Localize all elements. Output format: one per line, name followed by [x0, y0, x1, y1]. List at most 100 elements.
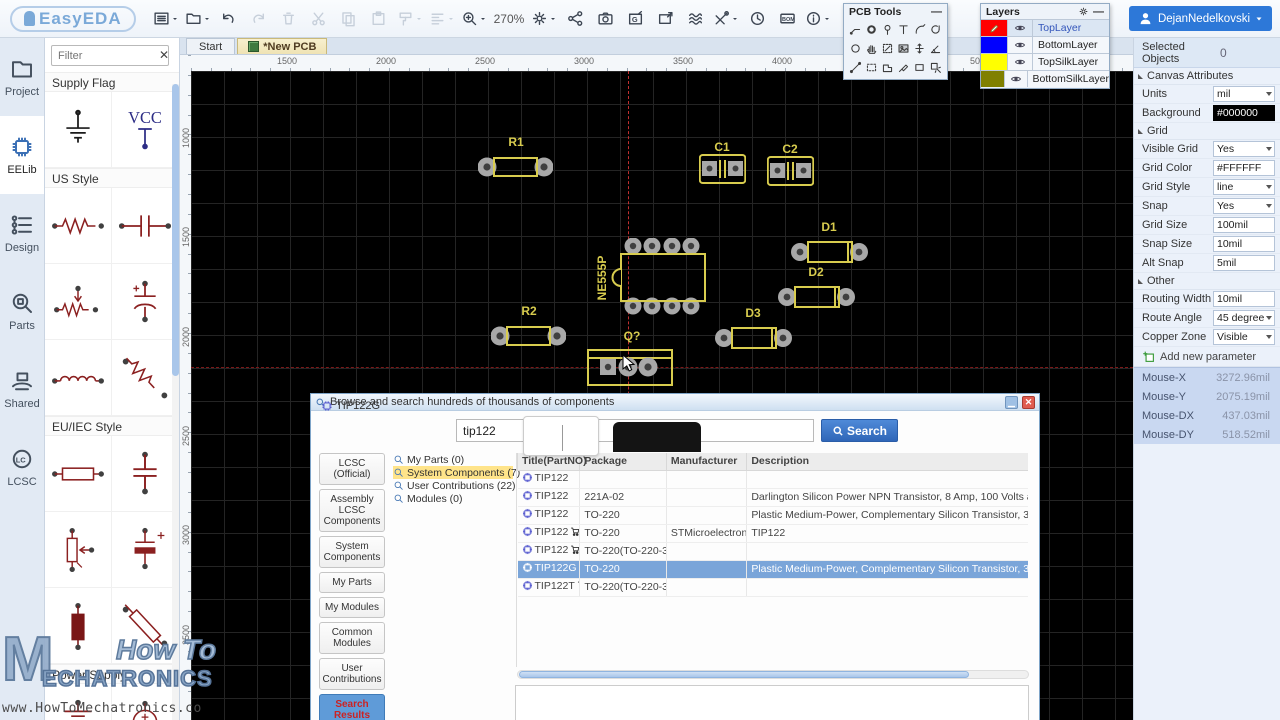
layer-color-swatch[interactable] [981, 37, 1007, 53]
section-header-canvas-attributes[interactable]: Canvas Attributes [1134, 68, 1280, 85]
hole-tool[interactable] [847, 39, 863, 58]
layer-color-swatch[interactable] [981, 20, 1007, 36]
circle-tool[interactable] [928, 20, 944, 39]
pad-tool[interactable] [863, 20, 879, 39]
rect-tool[interactable] [912, 58, 928, 77]
table-row-tip122g[interactable]: TIP122GTO-220Plastic Medium-Power, Compl… [518, 560, 1029, 578]
section-header-other[interactable]: Other [1134, 273, 1280, 290]
symbol-resistor-diagonal-eu[interactable] [112, 588, 179, 664]
share-button[interactable] [563, 6, 587, 32]
sidebar-item-eelib[interactable]: EELib [0, 116, 44, 194]
dialog-tab-lcsc-official-[interactable]: LCSC (Official) [319, 453, 385, 485]
table-row-tip122t[interactable]: TIP122TTO-220(TO-220-3) [518, 578, 1029, 596]
tree-item-modules-0-[interactable]: Modules (0) [393, 492, 513, 505]
footprint-ne555p[interactable]: NE555P [590, 238, 715, 321]
folder-button[interactable] [185, 6, 211, 32]
dialog-tab-my-parts[interactable]: My Parts [319, 572, 385, 593]
search-button[interactable]: Search [821, 419, 898, 442]
new-window-button[interactable] [653, 6, 677, 32]
property-value-input[interactable]: 10mil [1213, 291, 1275, 307]
dialog-tab-user-contributions[interactable]: User Contributions [319, 658, 385, 690]
table-row-tip122[interactable]: TIP122TO-220Plastic Medium-Power, Comple… [518, 506, 1029, 524]
tree-item-user-contributions-22-[interactable]: User Contributions (22) [393, 479, 513, 492]
symbol-capacitor-us[interactable] [112, 188, 179, 264]
symbol-capacitor-polar-eu[interactable] [112, 512, 179, 588]
footprint-r1[interactable]: R1 [478, 135, 553, 188]
dialog-tab-assembly-lcsc-components[interactable]: Assembly LCSC Components [319, 489, 385, 532]
layer-row-topsilklayer[interactable]: TopSilkLayer [981, 53, 1109, 70]
dialog-tab-search-results[interactable]: Search Results [319, 694, 385, 720]
dialog-minimize-button[interactable]: ▁ [1005, 396, 1018, 409]
footprint-c2[interactable]: C2 [767, 142, 814, 193]
dialog-tab-common-modules[interactable]: Common Modules [319, 622, 385, 654]
add-parameter-button[interactable]: Add new parameter [1134, 347, 1280, 367]
pcb-tools-minimize-button[interactable]: — [931, 7, 942, 17]
layer-color-swatch[interactable] [981, 71, 1004, 87]
symbol-resistor-us[interactable] [45, 188, 112, 264]
paste-button[interactable] [367, 6, 391, 32]
text-tool[interactable] [895, 20, 911, 39]
property-value-select[interactable]: line [1213, 179, 1275, 195]
dialog-tab-system-components[interactable]: System Components [319, 536, 385, 568]
package-preview-image[interactable] [613, 422, 701, 452]
layer-color-swatch[interactable] [981, 54, 1007, 70]
symbol-gnd[interactable] [45, 92, 112, 168]
info-button[interactable] [805, 6, 831, 32]
dialog-tab-my-modules[interactable]: My Modules [319, 597, 385, 618]
layer-row-toplayer[interactable]: TopLayer [981, 19, 1109, 36]
property-value-input[interactable]: 10mil [1213, 236, 1275, 252]
footprint-d3[interactable]: D3 [715, 306, 792, 359]
symbol-potentiometer-eu[interactable] [45, 512, 112, 588]
redo-button[interactable] [247, 6, 271, 32]
delete-button[interactable] [277, 6, 301, 32]
filter-input[interactable] [51, 45, 169, 66]
symbol-preview-card[interactable] [523, 416, 599, 456]
symbol-battery[interactable] [45, 684, 112, 720]
settings-button[interactable] [531, 6, 557, 32]
tab-start[interactable]: Start [186, 38, 235, 54]
clear-filter-icon[interactable]: ✕ [159, 48, 169, 62]
sidebar-item-parts[interactable]: Parts [0, 272, 44, 350]
test-point-tool[interactable] [895, 58, 911, 77]
column-header-description[interactable]: Description [747, 453, 1028, 470]
symbol-rheostat-us[interactable] [112, 340, 179, 416]
dimension-tool[interactable] [912, 39, 928, 58]
layers-settings-icon[interactable] [1078, 6, 1089, 17]
solid-region-tool[interactable] [879, 58, 895, 77]
footprint-c1[interactable]: C1 [699, 140, 746, 191]
screenshot-button[interactable] [593, 6, 617, 32]
table-hscrollbar-thumb[interactable] [519, 671, 969, 678]
layer-row-bottomsilklayer[interactable]: BottomSilkLayer [981, 70, 1109, 87]
bom-button[interactable]: BOM [775, 6, 799, 32]
property-value-input[interactable]: #FFFFFF [1213, 160, 1275, 176]
dialog-titlebar[interactable]: Browse and search hundreds of thousands … [311, 394, 1039, 411]
dialog-close-button[interactable]: ✕ [1022, 396, 1035, 409]
table-row-tip122[interactable]: TIP122TO-220STMicroelectronicsTIP122 [518, 524, 1029, 542]
track-tool[interactable] [847, 20, 863, 39]
symbol-capacitor-eu[interactable] [112, 436, 179, 512]
symbol-potentiometer-us[interactable] [45, 264, 112, 340]
route-button[interactable] [683, 6, 707, 32]
arc-tool[interactable] [912, 20, 928, 39]
property-value-select[interactable]: Visible [1213, 329, 1275, 345]
tree-item-my-parts-0-[interactable]: My Parts (0) [393, 453, 513, 466]
symbol-voltage-source[interactable] [112, 684, 179, 720]
symbol-resistor-eu[interactable] [45, 436, 112, 512]
layer-visibility-eye-icon[interactable] [1007, 37, 1033, 53]
table-row-tip122[interactable]: TIP122221A-02Darlington Silicon Power NP… [518, 488, 1029, 506]
layer-visibility-eye-icon[interactable] [1007, 54, 1033, 70]
footprint-r2[interactable]: R2 [491, 304, 566, 357]
table-hscrollbar-track[interactable] [517, 670, 1029, 679]
wizard-tool[interactable] [928, 58, 944, 77]
section-header-grid[interactable]: Grid [1134, 123, 1280, 140]
cut-button[interactable] [307, 6, 331, 32]
copper-area-tool[interactable] [879, 39, 895, 58]
pcb-tools-titlebar[interactable]: PCB Tools — [844, 4, 947, 19]
cart-icon[interactable] [570, 526, 580, 540]
align-button[interactable] [429, 6, 455, 32]
property-value-input[interactable]: 5mil [1213, 255, 1275, 271]
sidebar-item-design[interactable]: Design [0, 194, 44, 272]
symbol-inductor-us[interactable] [45, 340, 112, 416]
property-value-select[interactable]: 45 degree [1213, 310, 1275, 326]
measure-tool[interactable] [847, 58, 863, 77]
